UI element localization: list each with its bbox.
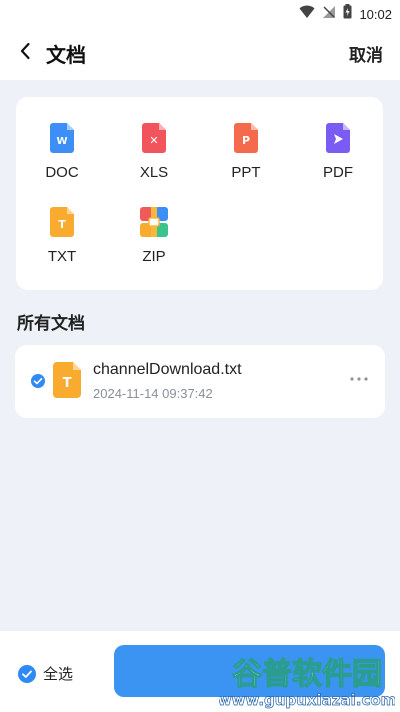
check-icon [18, 665, 36, 688]
select-all-label: 全选 [43, 666, 74, 683]
svg-text:谷普软件园: 谷普软件园 [232, 657, 382, 692]
file-type-label: DOC [45, 164, 79, 181]
pdf-file-icon [324, 123, 352, 153]
section-title: 所有文档 [17, 314, 85, 333]
file-type-label: PDF [323, 164, 353, 181]
back-button[interactable] [12, 40, 38, 66]
cancel-button[interactable]: 取消 [349, 41, 383, 66]
file-type-zip[interactable]: ZIP [108, 193, 200, 265]
watermark-logo: 谷普软件园 www.gupuxiazai.com [217, 650, 396, 710]
status-bar: 10:02 [0, 0, 400, 26]
file-name: channelDownload.txt [93, 361, 242, 378]
more-dots-icon [349, 375, 369, 392]
file-type-ppt[interactable]: P PPT [200, 109, 292, 181]
file-type-xls[interactable]: ✕ XLS [108, 109, 200, 181]
svg-text:W: W [56, 136, 67, 147]
zip-file-icon [140, 207, 168, 237]
svg-text:✕: ✕ [149, 134, 158, 147]
checkbox-checked[interactable] [31, 374, 45, 388]
file-type-pdf[interactable]: PDF [292, 109, 384, 181]
battery-icon [343, 4, 352, 24]
file-type-grid: W DOC ✕ XLS P PPT PDF T TXT ZIP [16, 97, 383, 290]
svg-text:T: T [58, 218, 66, 231]
check-icon [31, 375, 45, 392]
file-date: 2024-11-14 09:37:42 [93, 386, 213, 401]
top-app-bar: 文档 取消 [0, 26, 400, 80]
checkbox-checked [18, 664, 36, 683]
txt-file-icon: T [48, 207, 76, 237]
file-type-label: TXT [47, 248, 77, 265]
ppt-file-icon: P [232, 123, 260, 153]
file-type-label: ZIP [142, 248, 166, 265]
file-type-label: PPT [231, 164, 261, 181]
select-all-toggle[interactable]: 全选 [18, 663, 73, 684]
file-type-txt[interactable]: T TXT [16, 193, 108, 265]
file-type-doc[interactable]: W DOC [16, 109, 108, 181]
doc-file-icon: W [48, 123, 76, 153]
wifi-icon [299, 5, 315, 24]
more-options-button[interactable] [349, 370, 369, 388]
signal-icon [322, 5, 336, 24]
txt-file-icon: T [52, 362, 82, 398]
page-title: 文档 [46, 45, 86, 67]
xls-file-icon: ✕ [140, 123, 168, 153]
svg-text:P: P [242, 134, 250, 147]
file-type-label: XLS [139, 164, 169, 181]
list-item[interactable]: T channelDownload.txt 2024-11-14 09:37:4… [15, 345, 385, 418]
chevron-left-icon [19, 42, 31, 65]
status-time: 10:02 [359, 6, 392, 22]
svg-text:T: T [63, 376, 72, 391]
svg-text:www.gupuxiazai.com: www.gupuxiazai.com [219, 691, 395, 709]
